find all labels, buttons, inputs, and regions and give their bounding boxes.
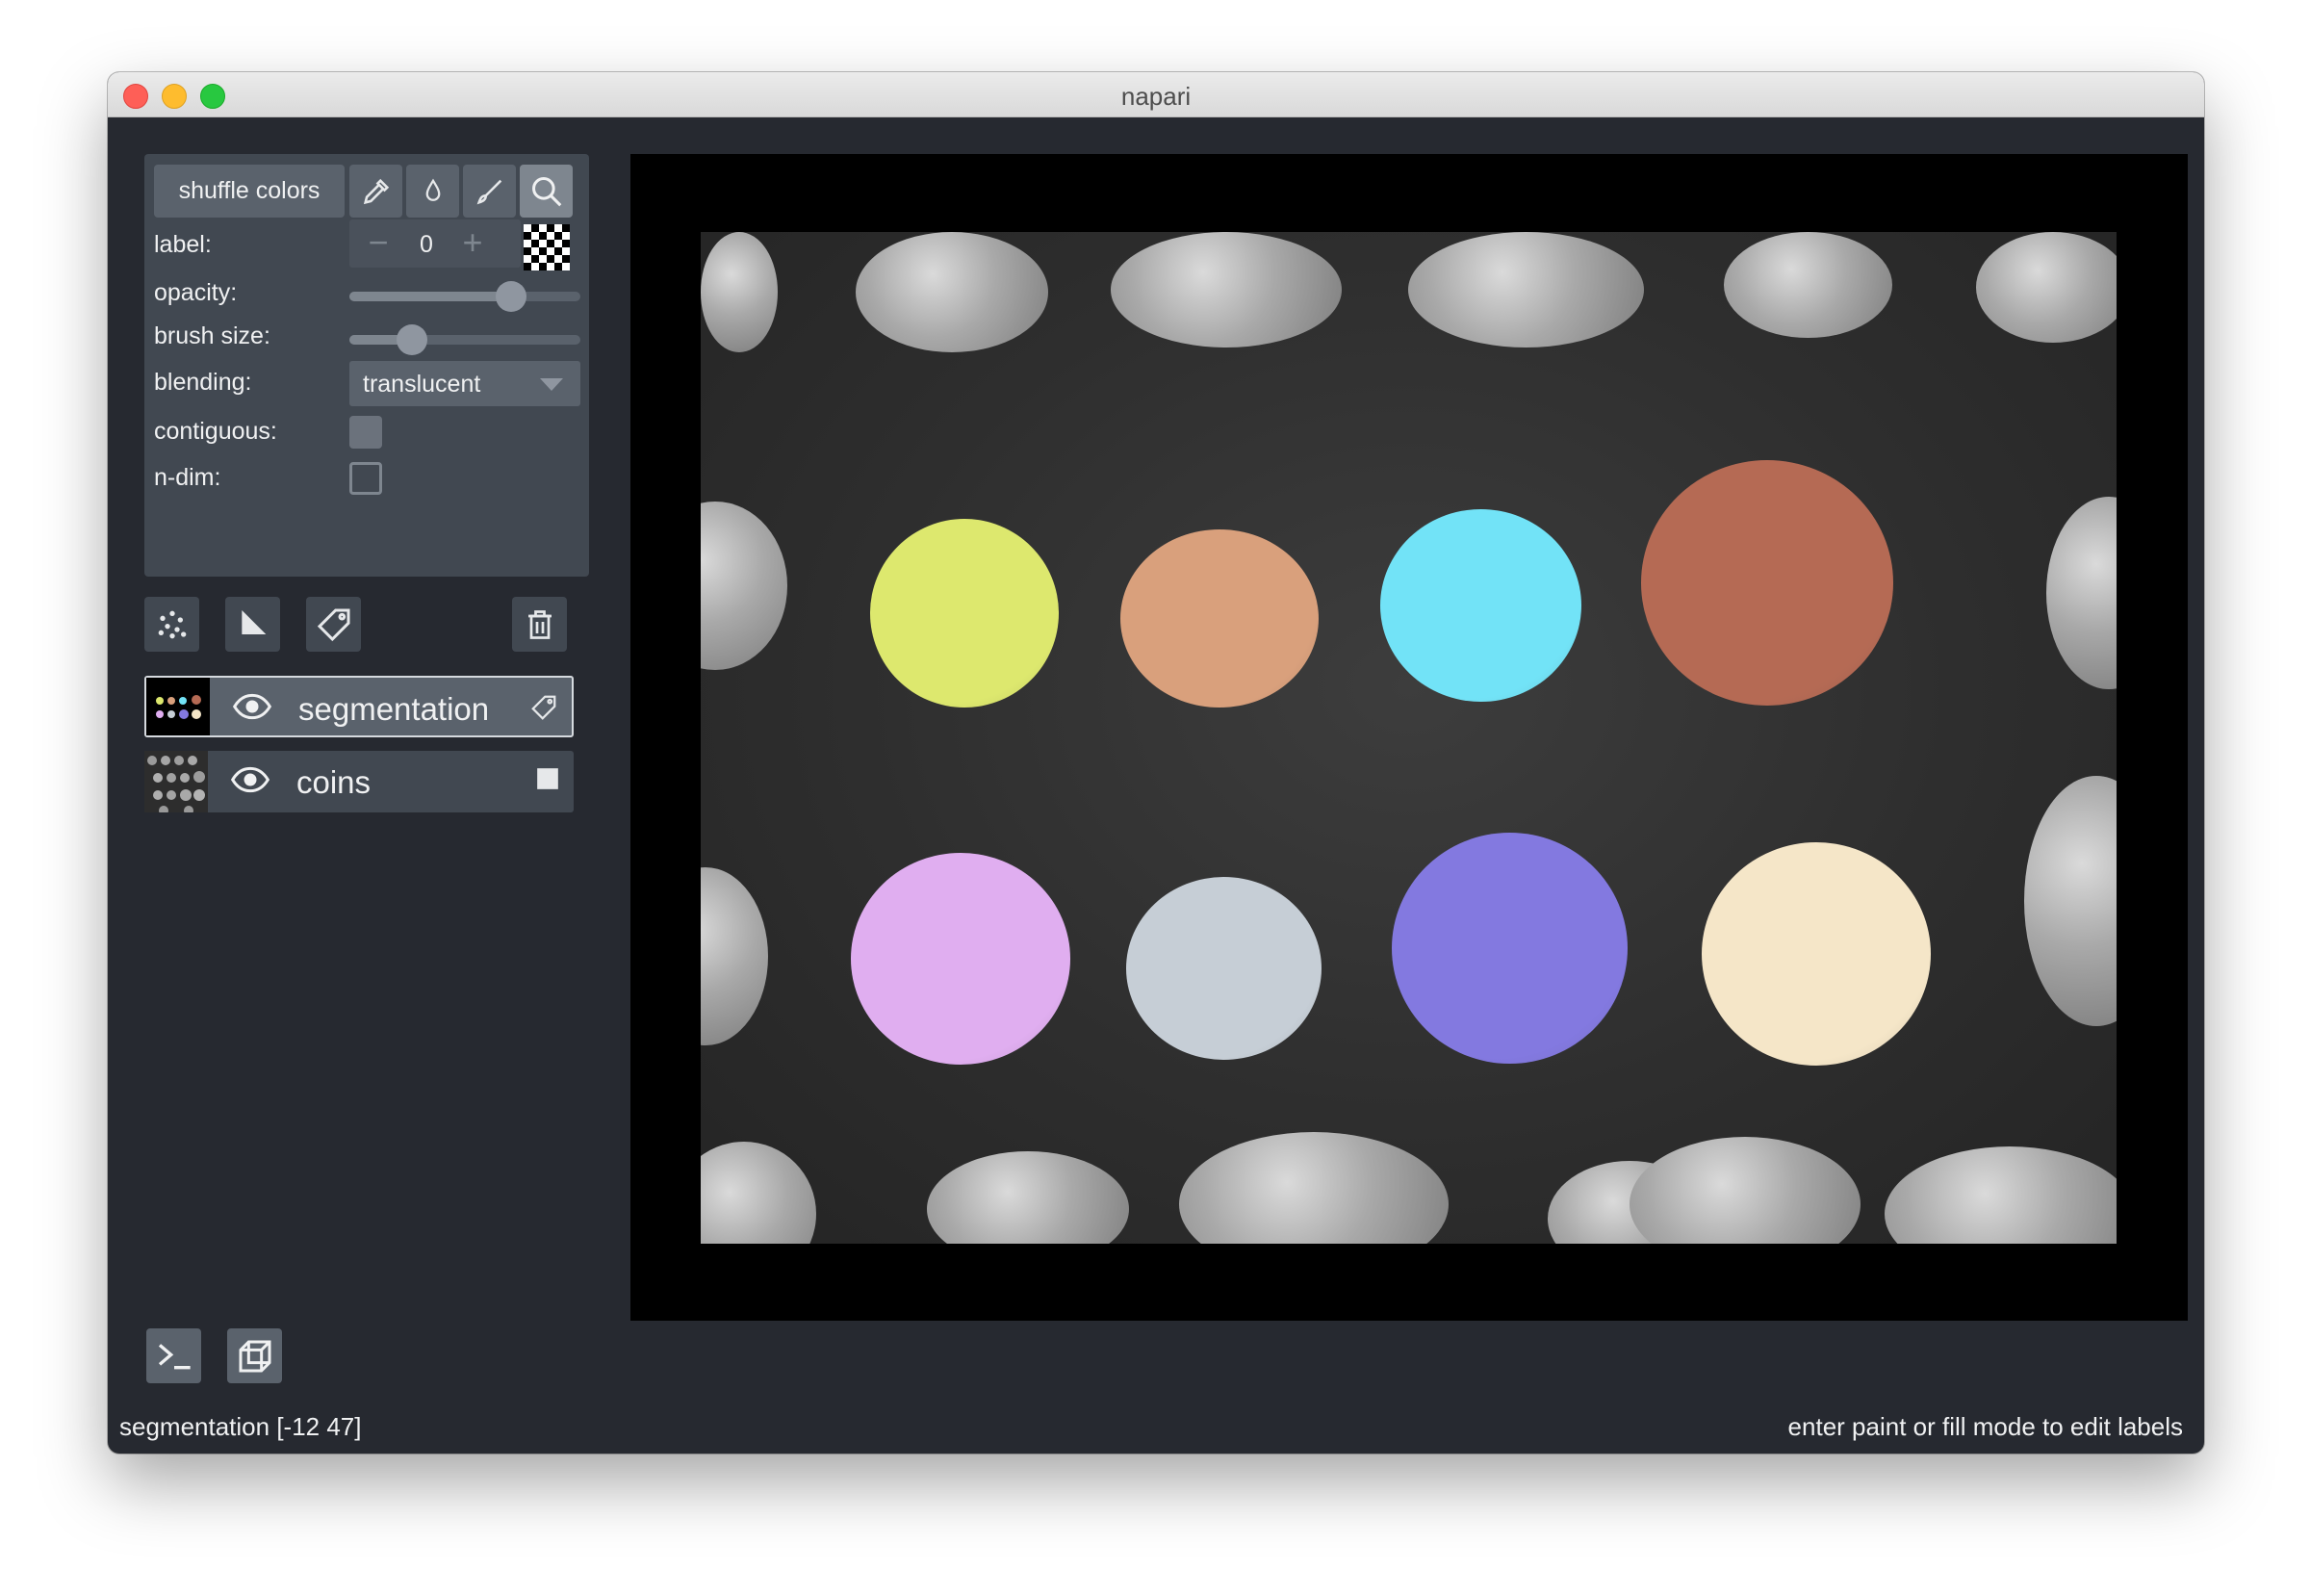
label-tag-icon [531,695,556,720]
coin [701,1142,816,1244]
shapes-icon [241,609,266,634]
new-shapes-layer-button[interactable] [225,597,280,652]
pick-mode-button[interactable] [349,165,402,218]
title-bar: napari [108,72,2204,117]
blending-label: blending: [154,369,252,396]
coin [1179,1132,1449,1244]
dropdown-arrow-icon [540,378,563,391]
status-help: enter paint or fill mode to edit labels [1787,1412,2183,1441]
brush-size-slider[interactable] [349,324,580,355]
magnifier-icon [531,176,561,206]
terminal-icon [158,1343,191,1369]
segmentation-label-region [870,519,1059,708]
new-points-layer-button[interactable] [144,597,199,652]
new-labels-layer-button[interactable] [306,597,361,652]
opacity-label: opacity: [154,279,238,306]
label-tag-icon [317,608,349,641]
coins-thumbnail [144,751,208,812]
status-coordinates: segmentation [-12 47] [119,1412,362,1441]
segmentation-label-region [1641,460,1893,706]
coin [1885,1146,2117,1244]
toggle-3d-button[interactable] [227,1328,282,1383]
delete-layer-button[interactable] [512,597,567,652]
segmentation-label-region [1392,833,1628,1064]
layer-controls-panel: shuffle colors label: − 0 + opacity: bru… [144,154,589,577]
paint-mode-button[interactable] [463,165,516,218]
label-color-swatch[interactable] [524,224,570,270]
console-button[interactable] [146,1328,201,1383]
coin [856,232,1048,352]
eye-icon[interactable] [231,766,270,793]
layer-name[interactable]: segmentation [298,691,489,728]
shuffle-colors-button[interactable]: shuffle colors [154,165,345,218]
droplet-icon [425,178,440,201]
segmentation-thumbnail [146,678,210,735]
contiguous-label: contiguous: [154,418,277,445]
opacity-slider-fill [349,292,511,301]
coin [1630,1137,1861,1244]
opacity-slider[interactable] [349,281,580,312]
contiguous-checkbox[interactable] [349,416,382,449]
segmentation-label-region [1380,509,1581,702]
layer-item-segmentation[interactable]: segmentation [144,676,574,737]
coin [2046,497,2117,689]
layer-item-coins[interactable]: coins [144,751,574,812]
increment-button[interactable]: + [453,223,492,262]
viewer-canvas[interactable] [630,154,2188,1321]
opacity-slider-handle[interactable] [496,281,526,312]
coin [1111,232,1342,348]
fill-mode-button[interactable] [406,165,459,218]
eyedropper-icon [363,178,389,204]
segmentation-label-region [851,853,1070,1065]
blending-value: translucent [363,371,481,398]
coin [2024,776,2117,1026]
points-icon [158,610,186,638]
ndim-label: n-dim: [154,464,221,491]
coin [1724,232,1892,338]
coin [1976,232,2117,343]
coin [701,867,768,1045]
brush-size-slider-handle[interactable] [396,324,427,355]
window-title: napari [1120,82,1192,111]
decrement-button[interactable]: − [359,223,398,262]
trash-icon [527,609,552,639]
brush-size-label: brush size: [154,322,270,349]
layer-name[interactable]: coins [296,764,371,801]
label-value[interactable]: 0 [407,231,446,259]
pan-zoom-mode-button[interactable] [520,165,573,218]
ndim-checkbox[interactable] [349,462,382,495]
coins-image[interactable] [701,232,2117,1244]
segmentation-label-region [1120,529,1319,708]
segmentation-label-region [1702,842,1931,1066]
cube-icon [239,1340,270,1372]
coin [701,232,778,352]
coin [701,502,787,670]
coin [927,1151,1129,1244]
eye-icon[interactable] [233,693,271,720]
brush-icon [476,179,501,204]
label-spinbox[interactable]: − 0 + [349,219,521,268]
blending-select[interactable]: translucent [349,361,580,406]
image-layer-icon [537,768,558,789]
napari-window: napari shuffle colors label: − 0 + opaci… [108,72,2204,1454]
coin [1408,232,1644,348]
label-label: label: [154,231,212,258]
segmentation-label-region [1126,877,1322,1060]
